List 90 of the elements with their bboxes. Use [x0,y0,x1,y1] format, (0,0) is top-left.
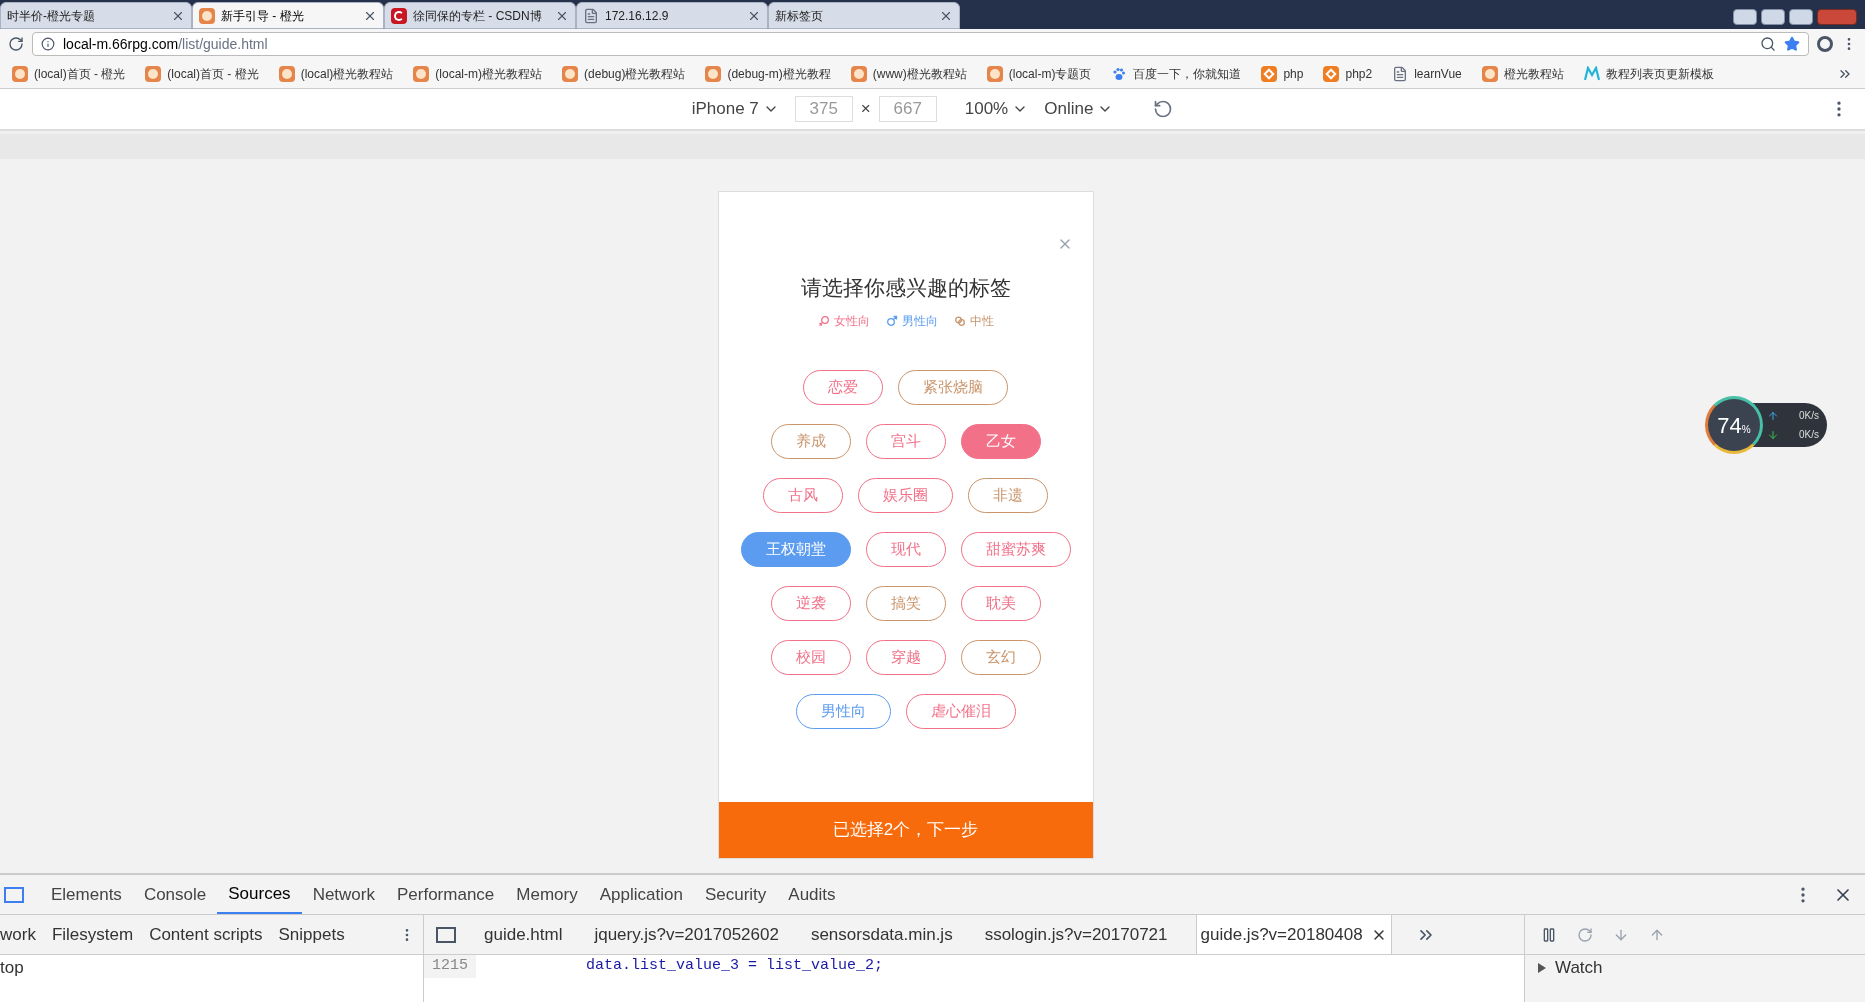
legend-label: 中性 [969,312,994,330]
zoom-icon[interactable] [1760,36,1776,52]
code-line: data.list_value_3 = list_value_2; [585,956,884,976]
bookmark-item[interactable]: php2 [1323,64,1373,83]
legend-label: 男性向 [901,312,938,330]
navigator-tab[interactable]: Filesystem [51,921,134,948]
devtools-tab[interactable]: Memory [505,875,589,914]
devtools-tab[interactable]: Security [693,875,778,914]
modal-title: 请选择你感兴趣的标签 [799,275,1012,301]
tab-title: 徐同保的专栏 - CSDN博 [413,7,543,25]
avatar-favicon-icon [562,65,579,82]
m-logo-icon [1583,65,1600,82]
devtools-tab[interactable]: Console [132,875,218,914]
navigator-tab[interactable]: Content scripts [149,921,263,948]
female-symbol-icon [817,314,830,327]
file-tab[interactable]: jquery.js?v=2017052602 [590,915,783,954]
bookmark-item[interactable]: (local-m)橙光教程站 [413,64,543,83]
bookmark-item[interactable]: (debug-m)橙光教程 [705,64,831,83]
rotate-icon[interactable] [1153,99,1174,119]
legend-label: 女性向 [833,312,870,330]
avatar-favicon-icon [850,65,867,82]
bookmark-item[interactable]: learnVue [1392,64,1462,83]
file-tab[interactable]: guide.js?v=20180408 [1195,915,1392,954]
bookmark-item[interactable]: 百度一下，你就知道 [1111,64,1242,83]
navigator-tab[interactable]: work [0,921,36,948]
tab-title: 新标签页 [775,7,824,25]
bookmark-item[interactable]: (local)首页 - 橙光 [145,64,259,83]
toggle-navigator-icon[interactable] [436,926,456,943]
times-sign: × [860,98,871,121]
tab-title: 新手引导 - 橙光 [221,7,305,25]
section-label: Watch [1555,957,1603,979]
file-tab[interactable]: guide.html [480,915,567,954]
browser-tab[interactable]: 新标签页 [768,2,960,29]
browser-tab[interactable]: 172.16.12.9 [576,2,768,29]
avatar-favicon-icon [199,7,215,24]
c-logo-icon [391,7,407,24]
cpu-percent: 74% [1717,411,1751,440]
tab-title: 172.16.12.9 [605,7,670,25]
avatar-favicon-icon [705,65,722,82]
page-icon [583,7,599,24]
avatar-favicon-icon [12,65,28,82]
browser-tab[interactable]: 时半价-橙光专题 [0,2,192,29]
devtools-tab[interactable]: Performance [386,875,506,914]
info-icon[interactable] [41,37,55,51]
reload-icon[interactable] [8,36,24,52]
upload-speed: 0K/s [1799,409,1819,423]
devtools-tab[interactable]: Audits [777,875,847,914]
bookmark-item[interactable]: (local)橙光教程站 [278,64,394,83]
file-tab[interactable]: sensorsdata.min.js [806,915,957,954]
line-number: 1215 [424,955,476,978]
bookmark-item[interactable]: (local)首页 - 橙光 [12,64,126,83]
paw-icon [1111,65,1128,82]
bookmark-item[interactable]: (local-m)专题页 [986,64,1092,83]
bookmark-star-icon[interactable] [1784,36,1800,52]
gender-neutral-icon [953,314,966,327]
male-symbol-icon [885,314,898,327]
avatar-favicon-icon [986,65,1003,82]
extension-icon[interactable] [1817,36,1833,52]
expand-triangle-icon[interactable] [1537,962,1547,973]
devtools-tab[interactable]: Sources [217,875,302,914]
url-text: local-m.66rpg.com/list/guide.html [63,34,268,54]
bookmark-item[interactable]: 教程列表页更新模板 [1583,64,1714,83]
bookmark-item[interactable]: php [1261,64,1304,83]
device-mode-icon[interactable] [4,886,24,903]
navigator-tab[interactable]: Snippets [278,921,345,948]
devtools-tab[interactable]: Elements [40,875,133,914]
browser-tab[interactable]: 徐同保的专栏 - CSDN博 [384,2,576,29]
page-icon [1392,65,1409,82]
bookmark-item[interactable]: (www)橙光教程站 [850,64,967,83]
browser-tab[interactable]: 新手引导 - 橙光 [192,2,384,29]
xml-logo-icon [1323,65,1340,82]
bookmark-item[interactable]: (debug)橙光教程站 [562,64,686,83]
pause-icon[interactable] [1541,926,1557,943]
device-dropdown[interactable]: iPhone 7 [691,96,779,122]
upload-arrow-icon [1767,409,1779,422]
avatar-favicon-icon [278,65,295,82]
avatar-favicon-icon [413,65,430,82]
network-dropdown[interactable]: Online [1044,96,1114,122]
download-speed: 0K/s [1799,428,1819,442]
tab-title: 时半价-橙光专题 [7,7,96,25]
address-field[interactable]: local-m.66rpg.com/list/guide.html [32,32,1809,56]
file-tab[interactable]: ssologin.js?v=20170721 [980,915,1172,954]
zoom-dropdown[interactable]: 100% [964,96,1029,122]
avatar-favicon-icon [1481,65,1498,82]
xml-logo-icon [1261,65,1278,82]
download-arrow-icon [1767,428,1779,441]
devtools-tab[interactable]: Network [301,875,386,914]
devtools-tab[interactable]: Application [588,875,694,914]
avatar-favicon-icon [145,65,162,82]
bookmark-item[interactable]: 橙光教程站 [1481,64,1564,83]
